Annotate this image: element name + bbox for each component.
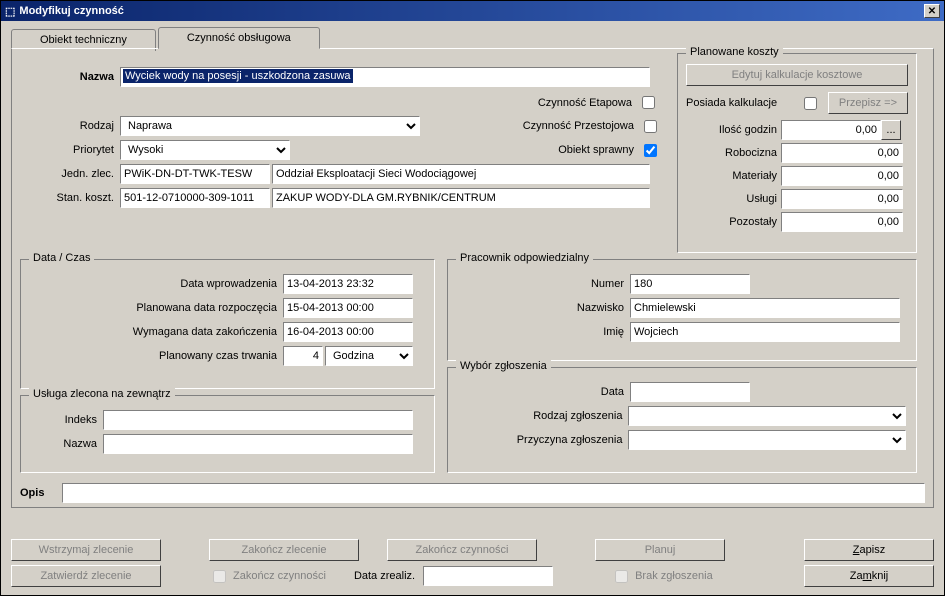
content: Obiekt techniczny Czynność obsługowa Naz…	[1, 21, 944, 514]
report-kind-select[interactable]	[628, 406, 906, 426]
save-label: apisz	[860, 544, 886, 556]
costs-legend: Planowane koszty	[686, 46, 783, 58]
worker-surname-input[interactable]	[630, 298, 900, 318]
kind-select[interactable]: Naprawa	[120, 116, 420, 136]
finish-acts-cb-label: Zakończ czynności	[233, 570, 326, 582]
start-label: Planowana data rozpoczęcia	[31, 302, 281, 314]
duration-unit-select[interactable]: Godzina	[325, 346, 413, 366]
report-cause-label: Przyczyna zgłoszenia	[458, 434, 626, 446]
priority-select[interactable]: Wysoki	[120, 140, 290, 160]
name-value: Wyciek wody na posesji - uszkodzona zasu…	[123, 69, 353, 83]
tabs: Obiekt techniczny Czynność obsługowa	[11, 27, 934, 49]
dates-legend: Data / Czas	[29, 252, 94, 264]
obj-ok-checkbox[interactable]	[644, 144, 657, 157]
other-input[interactable]	[781, 212, 903, 232]
worker-firstname-label: Imię	[458, 326, 628, 338]
duration-input[interactable]	[283, 346, 323, 366]
duration-label: Planowany czas trwania	[31, 350, 281, 362]
worker-group: Pracownik odpowiedzialny Numer Nazwisko …	[447, 259, 917, 361]
app-icon: ⬚	[5, 5, 15, 18]
entered-label: Data wprowadzenia	[31, 278, 281, 290]
hours-input[interactable]	[781, 120, 881, 140]
costs-group: Planowane koszty Edytuj kalkulacje koszt…	[677, 53, 917, 253]
plan-button[interactable]: Planuj	[595, 539, 725, 561]
ext-name-input[interactable]	[103, 434, 413, 454]
hold-button[interactable]: Wstrzymaj zlecenie	[11, 539, 161, 561]
entered-input[interactable]	[283, 274, 413, 294]
date-real-label: Data zrealiz.	[354, 570, 419, 582]
obj-ok-label: Obiekt sprawny	[558, 144, 638, 156]
finish-acts-button[interactable]: Zakończ czynności	[387, 539, 537, 561]
close-icon[interactable]: ✕	[924, 4, 940, 18]
desc-row: Opis	[20, 483, 925, 503]
unit-code-input[interactable]	[120, 164, 270, 184]
bottom-bar: Wstrzymaj zlecenie Zakończ zlecenie Zako…	[11, 535, 934, 587]
no-report-label: Brak zgłoszenia	[635, 570, 713, 582]
stage-checkbox[interactable]	[642, 96, 655, 109]
finish-order-button[interactable]: Zakończ zlecenie	[209, 539, 359, 561]
unit-name-input[interactable]	[272, 164, 650, 184]
tab-activity[interactable]: Czynność obsługowa	[158, 27, 320, 49]
report-cause-select[interactable]	[628, 430, 906, 450]
ext-index-input[interactable]	[103, 410, 413, 430]
desc-input[interactable]	[62, 483, 925, 503]
worker-surname-label: Nazwisko	[458, 302, 628, 314]
window: ⬚ Modyfikuj czynność ✕ Obiekt techniczny…	[0, 0, 945, 596]
end-label: Wymagana data zakończenia	[31, 326, 281, 338]
name-label: Nazwa	[20, 71, 118, 83]
worker-num-label: Numer	[458, 278, 628, 290]
idle-label: Czynność Przestojowa	[523, 120, 638, 132]
unit-label: Jedn. zlec.	[20, 168, 118, 180]
worker-legend: Pracownik odpowiedzialny	[456, 252, 593, 264]
services-input[interactable]	[781, 189, 903, 209]
window-title: Modyfikuj czynność	[19, 5, 924, 17]
materials-input[interactable]	[781, 166, 903, 186]
labor-label: Robocizna	[686, 147, 781, 159]
has-calc-checkbox[interactable]	[804, 97, 817, 110]
labor-input[interactable]	[781, 143, 903, 163]
worker-firstname-input[interactable]	[630, 322, 900, 342]
end-input[interactable]	[283, 322, 413, 342]
report-date-input[interactable]	[630, 382, 750, 402]
report-kind-label: Rodzaj zgłoszenia	[458, 410, 626, 422]
report-date-label: Data	[458, 386, 628, 398]
has-calc-label: Posiada kalkulacje	[686, 97, 798, 109]
worker-num-input[interactable]	[630, 274, 750, 294]
main-panel: Nazwa Wyciek wody na posesji - uszkodzon…	[11, 48, 934, 508]
assign-button[interactable]: Przepisz =>	[828, 92, 908, 114]
start-input[interactable]	[283, 298, 413, 318]
date-real-input[interactable]	[423, 566, 553, 586]
stage-label: Czynność Etapowa	[538, 97, 636, 109]
dates-group: Data / Czas Data wprowadzenia Planowana …	[20, 259, 435, 389]
kind-label: Rodzaj	[20, 120, 118, 132]
cost-name-input[interactable]	[272, 188, 650, 208]
report-group: Wybór zgłoszenia Data Rodzaj zgłoszenia …	[447, 367, 917, 473]
approve-button[interactable]: Zatwierdź zlecenie	[11, 565, 161, 587]
no-report-checkbox[interactable]	[615, 570, 628, 583]
hours-label: Ilość godzin	[686, 124, 781, 136]
cost-label: Stan. koszt.	[20, 192, 118, 204]
priority-label: Priorytet	[20, 144, 118, 156]
hours-lookup-button[interactable]: ...	[881, 120, 901, 140]
close-button[interactable]: Zamknij	[804, 565, 934, 587]
titlebar: ⬚ Modyfikuj czynność ✕	[1, 1, 944, 21]
edit-calc-button[interactable]: Edytuj kalkulacje kosztowe	[686, 64, 908, 86]
other-label: Pozostały	[686, 216, 781, 228]
save-button[interactable]: Zapisz	[804, 539, 934, 561]
cost-code-input[interactable]	[120, 188, 270, 208]
desc-label: Opis	[20, 487, 60, 499]
materials-label: Materiały	[686, 170, 781, 182]
external-group: Usługa zlecona na zewnątrz Indeks Nazwa	[20, 395, 435, 473]
finish-acts-checkbox[interactable]	[213, 570, 226, 583]
idle-checkbox[interactable]	[644, 120, 657, 133]
report-legend: Wybór zgłoszenia	[456, 360, 551, 372]
ext-index-label: Indeks	[31, 414, 101, 426]
external-legend: Usługa zlecona na zewnątrz	[29, 388, 175, 400]
services-label: Usługi	[686, 193, 781, 205]
ext-name-label: Nazwa	[31, 438, 101, 450]
